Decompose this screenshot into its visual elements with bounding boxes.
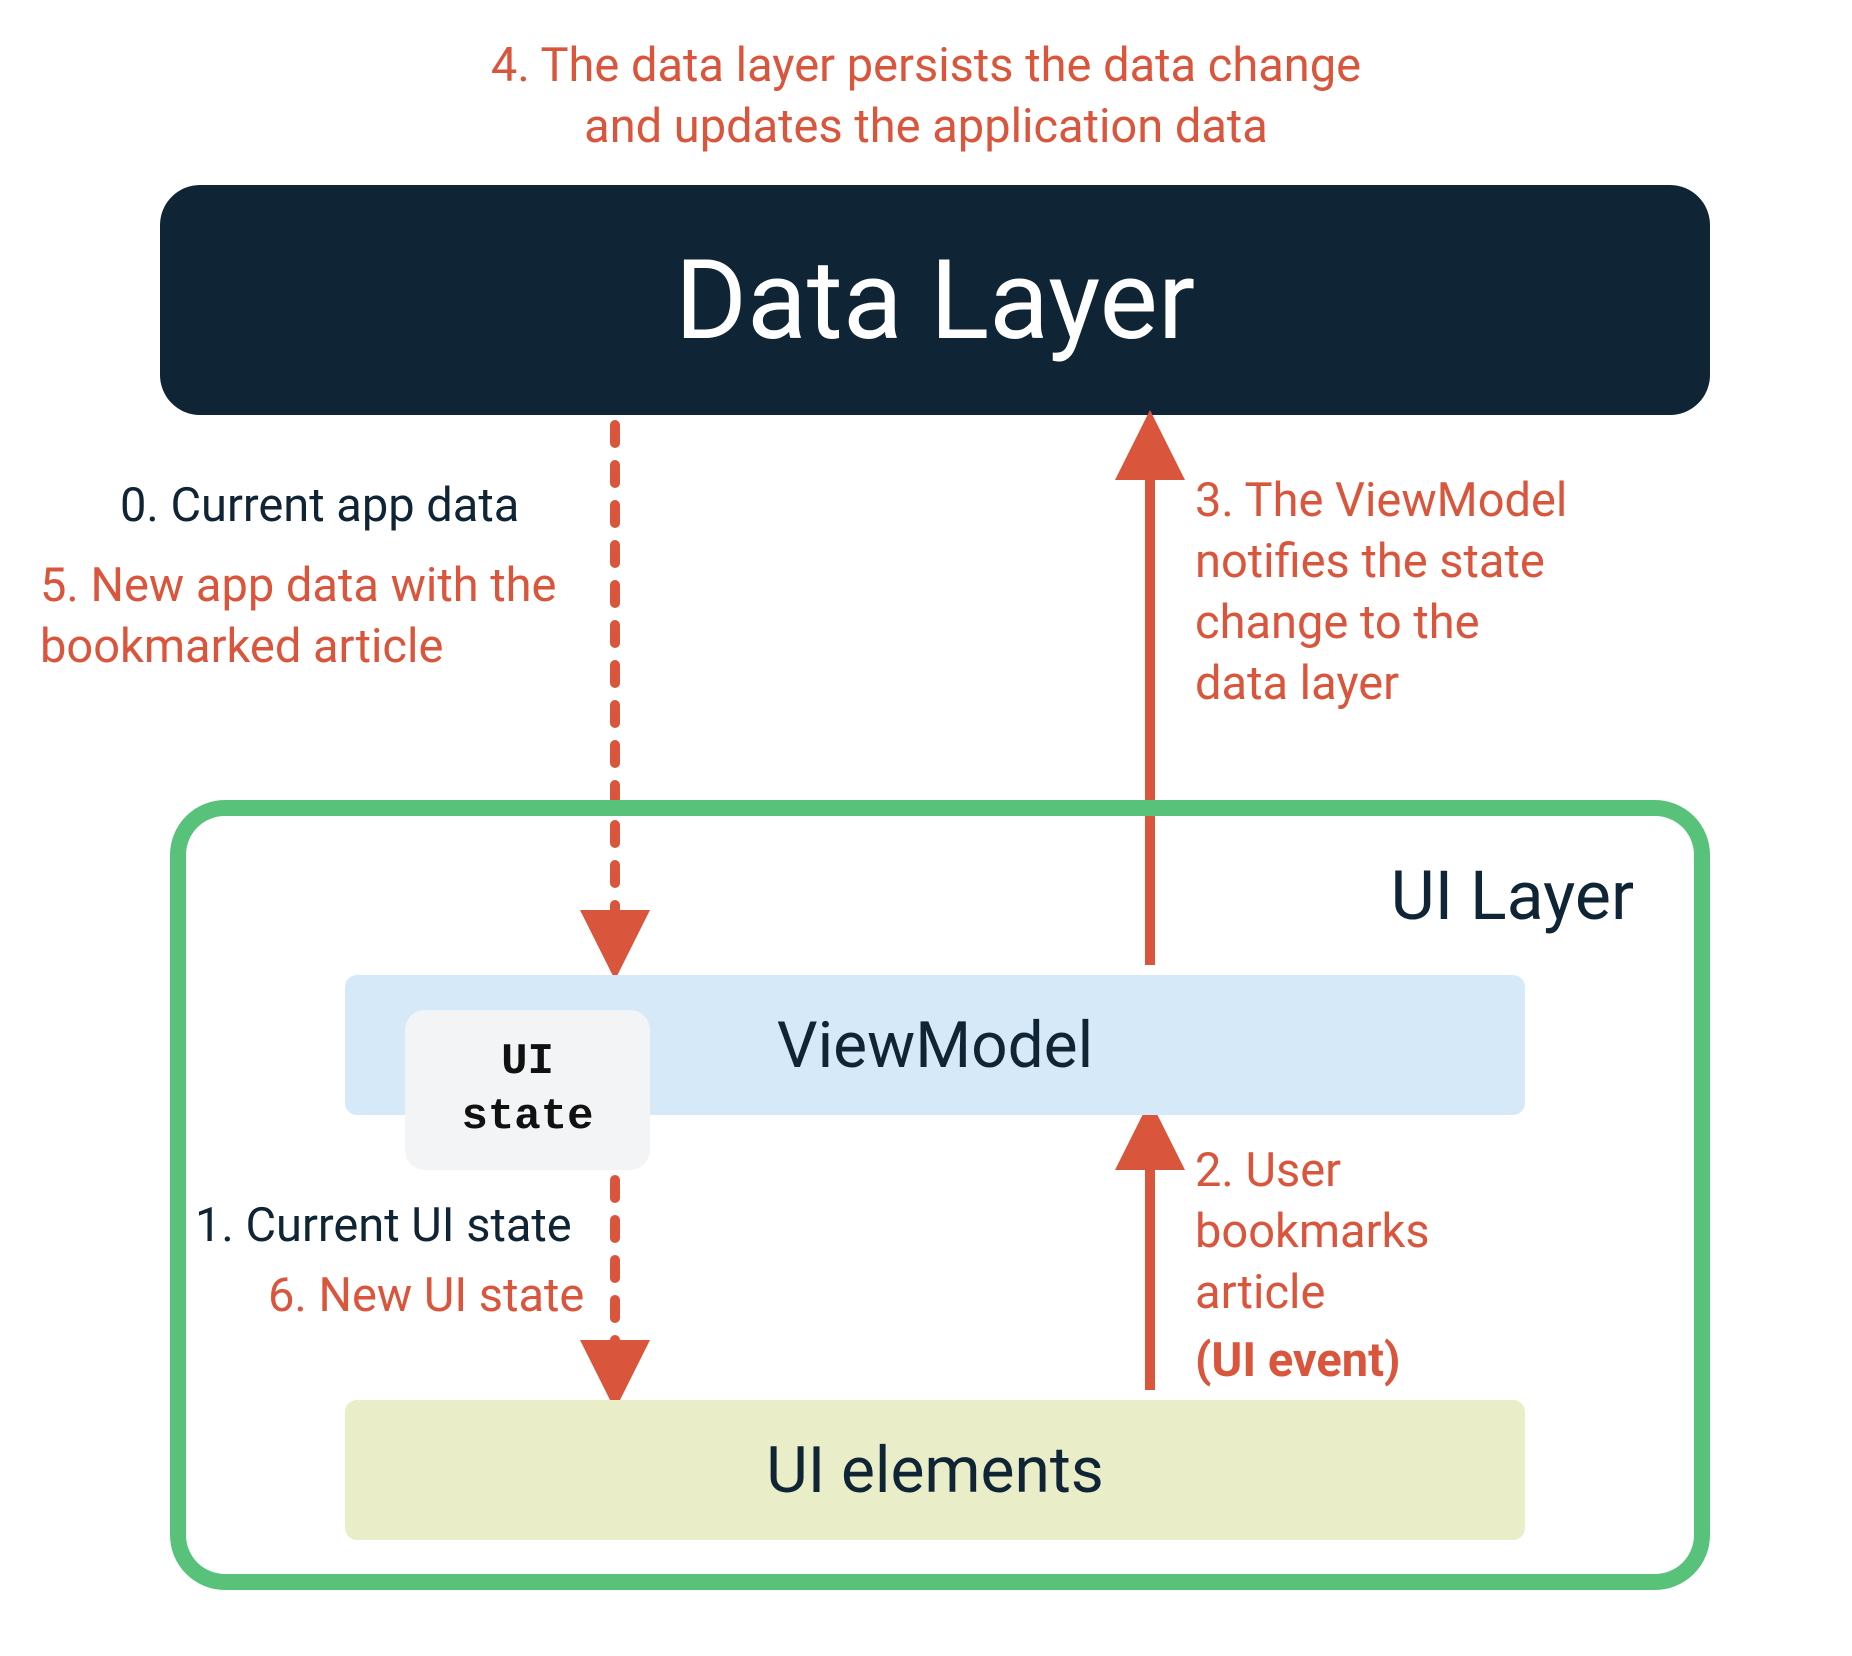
label-step-2a: 2. Userbookmarksarticle [1195,1140,1430,1323]
label-step-5: 5. New app data with thebookmarked artic… [40,555,556,677]
label-step-3: 3. The ViewModelnotifies the statechange… [1195,470,1567,714]
label-step-2b: (UI event) [1195,1330,1401,1391]
label-step-0: 0. Current app data [120,475,519,536]
label-step-1: 1. Current UI state [195,1195,572,1256]
ui-elements-box: UI elements [345,1400,1525,1540]
viewmodel-label: ViewModel [777,1008,1093,1083]
ui-elements-label: UI elements [766,1433,1104,1508]
caption-top: 4. The data layer persists the data chan… [0,35,1852,157]
label-step-6: 6. New UI state [268,1265,584,1326]
ui-layer-title: UI Layer [1391,856,1634,936]
ui-state-label: UIstate [461,1035,593,1145]
data-layer-box: Data Layer [160,185,1710,415]
ui-state-box: UIstate [405,1010,650,1170]
data-layer-label: Data Layer [675,236,1195,365]
